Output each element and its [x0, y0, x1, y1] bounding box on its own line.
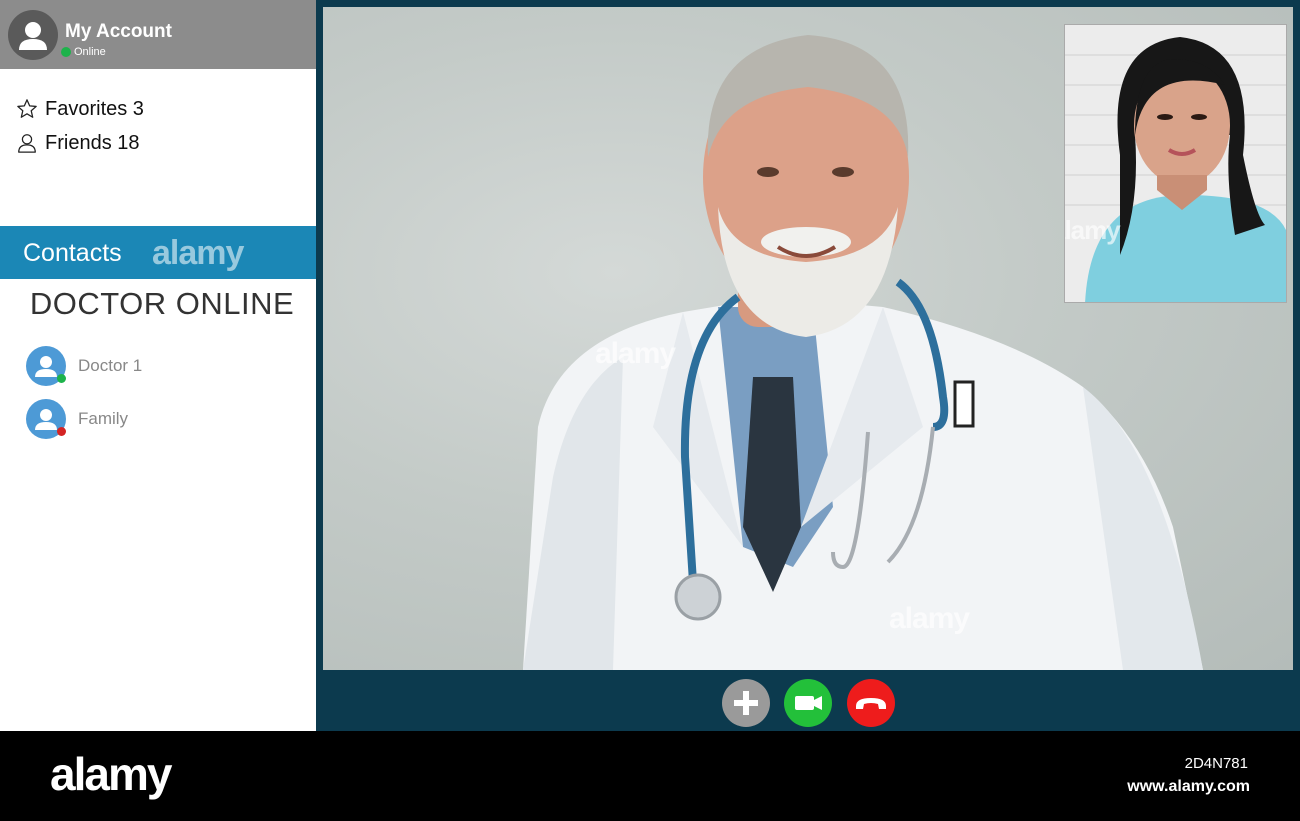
- online-status-dot: [61, 47, 71, 57]
- watermark: alamy: [152, 234, 244, 272]
- contacts-title: Contacts: [23, 239, 122, 267]
- watermark: alamy: [595, 337, 676, 370]
- plus-icon: [734, 691, 758, 715]
- section-title: DOCTOR ONLINE: [29, 286, 295, 321]
- contact-avatar: [26, 399, 66, 439]
- contact-name: Family: [78, 409, 129, 428]
- watermark: alamy: [1064, 215, 1121, 245]
- footer-url[interactable]: www.alamy.com: [1127, 778, 1250, 796]
- add-participant-button[interactable]: [722, 679, 770, 727]
- account-avatar[interactable]: [8, 10, 58, 60]
- contact-avatar: [26, 346, 66, 386]
- person-icon: [18, 134, 36, 153]
- footer: alamy 2D4N781 www.alamy.com: [0, 731, 1300, 821]
- self-view-image: [1065, 25, 1286, 302]
- end-call-button[interactable]: [847, 679, 895, 727]
- watermark: alamy: [889, 602, 970, 635]
- star-icon: [17, 99, 37, 118]
- contact-item-doctor-1[interactable]: Doctor 1: [26, 345, 142, 387]
- phone-hangup-icon: [856, 698, 886, 709]
- favorites-link[interactable]: Favorites 3: [16, 96, 144, 122]
- self-view-video[interactable]: alamy: [1064, 24, 1287, 303]
- account-header[interactable]: My Account Online: [0, 0, 316, 69]
- video-camera-icon: [795, 696, 822, 710]
- contact-name: Doctor 1: [78, 356, 143, 375]
- friends-link[interactable]: Friends 18: [16, 130, 140, 156]
- video-call-panel: alamy alamy alamy: [316, 0, 1300, 731]
- account-name: My Account: [65, 21, 172, 42]
- sidebar: My Account Online Favorites 3 Friends 18…: [0, 0, 316, 731]
- call-controls: [316, 677, 1300, 731]
- contacts-header[interactable]: Contacts alamy: [0, 226, 316, 279]
- image-id: 2D4N781: [1184, 755, 1248, 772]
- footer-logo: alamy: [50, 748, 172, 800]
- friends-label: Friends 18: [45, 131, 140, 154]
- main-video-feed[interactable]: alamy alamy alamy: [323, 7, 1293, 670]
- contact-item-family[interactable]: Family: [26, 398, 128, 440]
- account-status: Online: [74, 46, 106, 58]
- favorites-label: Favorites 3: [45, 97, 144, 120]
- user-silhouette-icon: [19, 22, 47, 50]
- status-dot-busy: [57, 427, 66, 436]
- status-dot-online: [57, 374, 66, 383]
- video-toggle-button[interactable]: [784, 679, 832, 727]
